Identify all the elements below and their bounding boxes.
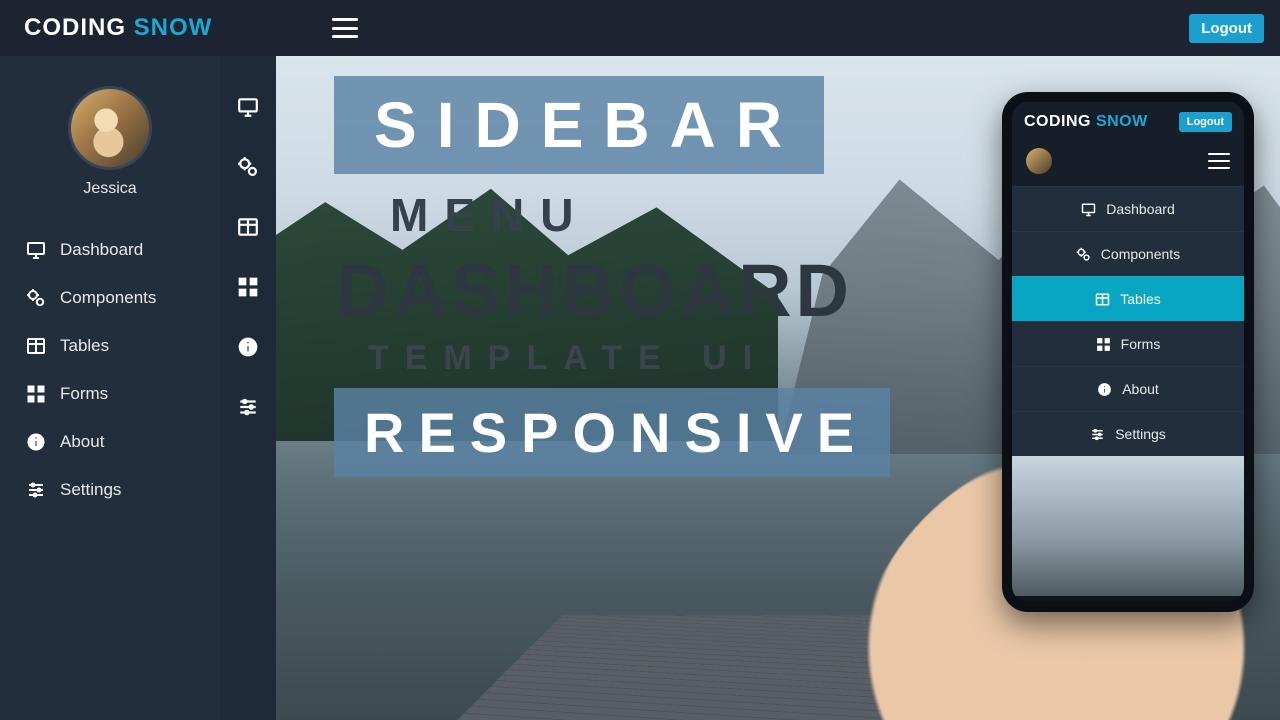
phone-item-label: Dashboard [1106,201,1175,217]
sidebar-item-components[interactable]: Components [0,274,220,322]
monitor-icon [26,240,46,260]
sidebar-item-settings[interactable]: Settings [0,466,220,514]
brand-part1: CODING [24,14,126,41]
phone-subbar [1012,142,1244,186]
phone-menu-toggle-icon[interactable] [1208,153,1230,169]
phone-item-label: Tables [1120,291,1160,307]
sidebar-item-forms[interactable]: Forms [0,370,220,418]
hero-line-1: SIDEBAR [334,76,824,174]
sliders-icon [1090,427,1105,442]
cogs-icon [26,288,46,308]
phone-mockup: CODING SNOW Logout Dashboard Components [1002,92,1254,612]
phone-item-about[interactable]: About [1012,366,1244,411]
brand-logo: CODING SNOW [24,14,212,42]
phone-logout-button[interactable]: Logout [1179,112,1232,132]
grid-icon [1096,337,1111,352]
phone-item-label: Settings [1115,426,1166,442]
cogs-icon [1076,247,1091,262]
sidebar-item-label: Settings [60,480,121,500]
sidebar-item-label: About [60,432,104,452]
phone-background [1012,456,1244,596]
phone-item-label: Components [1101,246,1180,262]
sidebar-nav: Dashboard Components Tables Forms About … [0,226,220,514]
sidebar-item-tables[interactable]: Tables [0,322,220,370]
hero-line-5: RESPONSIVE [334,388,890,477]
phone-item-tables[interactable]: Tables [1012,276,1244,321]
rail-table-icon[interactable] [237,216,259,238]
phone-topbar: CODING SNOW Logout [1012,102,1244,142]
hero-line-4: TEMPLATE UI [368,339,890,378]
phone-item-label: About [1122,381,1159,397]
sidebar-item-label: Components [60,288,156,308]
sidebar-rail [220,56,276,720]
sidebar: Jessica Dashboard Components Tables Form… [0,56,220,720]
sidebar-item-label: Dashboard [60,240,143,260]
table-icon [26,336,46,356]
sidebar-item-about[interactable]: About [0,418,220,466]
info-icon [1097,382,1112,397]
phone-item-settings[interactable]: Settings [1012,411,1244,456]
phone-nav: Dashboard Components Tables Forms About [1012,186,1244,456]
phone-item-label: Forms [1121,336,1161,352]
rail-info-icon[interactable] [237,336,259,358]
menu-toggle-icon[interactable] [332,18,358,38]
sidebar-item-label: Forms [60,384,108,404]
sliders-icon [26,480,46,500]
user-profile[interactable]: Jessica [0,86,220,198]
hero-text: SIDEBAR MENU DASHBOARD TEMPLATE UI RESPO… [334,76,890,483]
rail-sliders-icon[interactable] [237,396,259,418]
hero-line-3: DASHBOARD [336,248,890,333]
phone-item-components[interactable]: Components [1012,231,1244,276]
info-icon [26,432,46,452]
content-area: SIDEBAR MENU DASHBOARD TEMPLATE UI RESPO… [276,56,1280,720]
grid-icon [26,384,46,404]
sidebar-item-label: Tables [60,336,109,356]
phone-brand: CODING SNOW [1024,113,1148,131]
brand-part2: SNOW [134,14,213,41]
phone-avatar[interactable] [1026,148,1052,174]
phone-item-forms[interactable]: Forms [1012,321,1244,366]
table-icon [1095,292,1110,307]
sidebar-item-dashboard[interactable]: Dashboard [0,226,220,274]
monitor-icon [1081,202,1096,217]
rail-grid-icon[interactable] [237,276,259,298]
rail-monitor-icon[interactable] [237,96,259,118]
rail-cogs-icon[interactable] [237,156,259,178]
logout-button[interactable]: Logout [1189,14,1264,43]
avatar [68,86,152,170]
topbar: CODING SNOW Logout [0,0,1280,56]
phone-item-dashboard[interactable]: Dashboard [1012,186,1244,231]
username-label: Jessica [83,180,136,198]
hero-line-2: MENU [390,188,890,242]
